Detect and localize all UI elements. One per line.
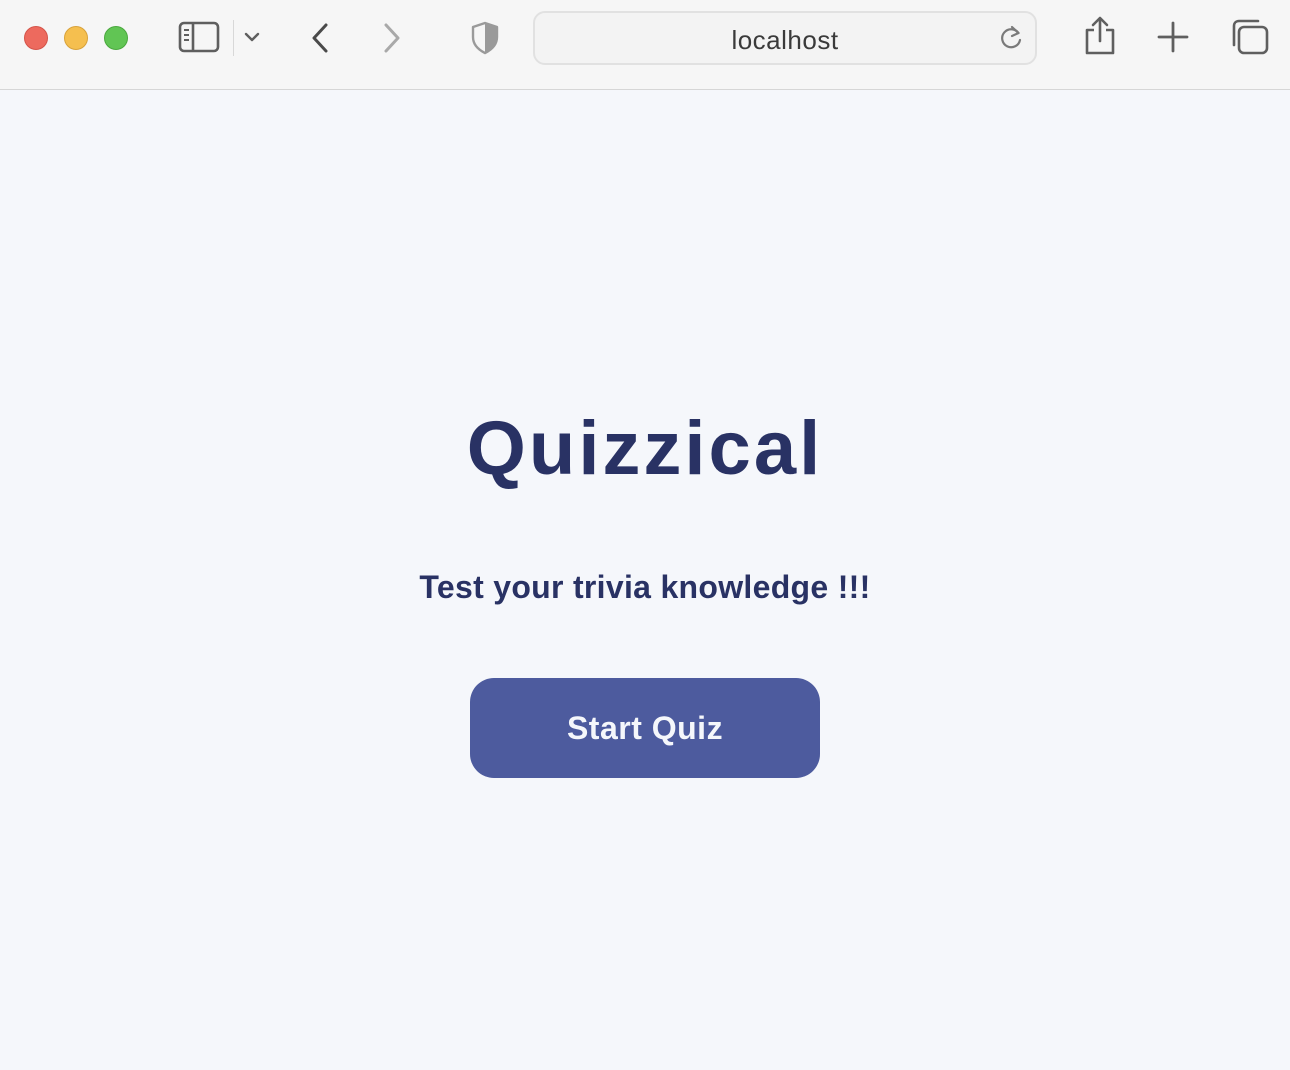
chevron-right-icon[interactable] [376,20,406,56]
window-close-button[interactable] [24,26,48,50]
chevron-down-icon[interactable] [243,30,261,44]
page-content: Quizzical Test your trivia knowledge !!!… [0,91,1290,1070]
window-maximize-button[interactable] [104,26,128,50]
address-bar[interactable]: localhost [533,11,1037,65]
page-title: Quizzical [466,406,824,491]
share-icon[interactable] [1083,16,1117,56]
browser-toolbar: localhost [0,0,1290,90]
shield-icon[interactable] [470,21,500,55]
address-text[interactable]: localhost [535,25,1035,56]
chevron-left-icon[interactable] [306,20,336,56]
sidebar-icon[interactable] [178,20,220,54]
page-subtitle: Test your trivia knowledge !!! [419,569,871,605]
plus-icon[interactable] [1156,20,1190,54]
reload-icon[interactable] [997,24,1025,52]
start-quiz-button[interactable]: Start Quiz [470,678,820,778]
toolbar-divider [233,20,234,56]
window-minimize-button[interactable] [64,26,88,50]
tabs-icon[interactable] [1230,18,1270,56]
